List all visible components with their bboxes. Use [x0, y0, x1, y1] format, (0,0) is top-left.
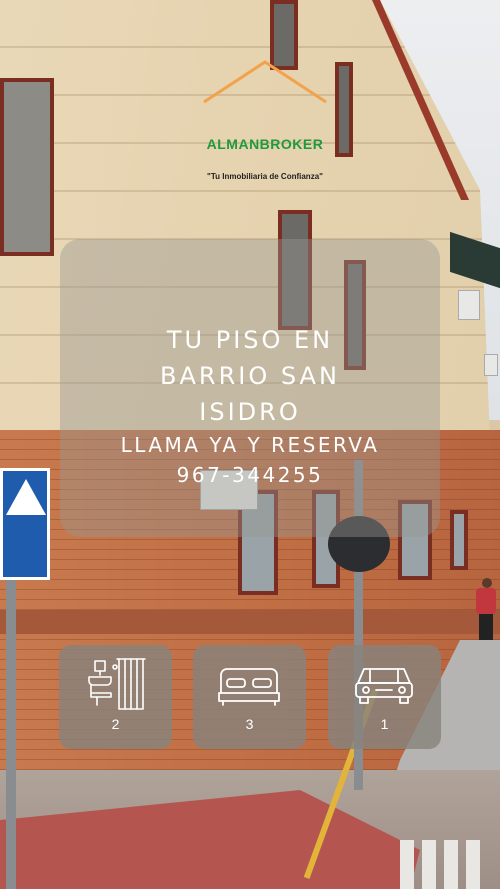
bathroom-icon — [88, 658, 146, 710]
listing-flyer: ALMANBROKER "Tu Inmobiliaria de Confianz… — [0, 0, 500, 889]
air-conditioner — [458, 290, 480, 320]
headline-line: TU PISO EN — [166, 326, 334, 354]
window — [0, 78, 54, 256]
brand-slogan: "Tu Inmobiliaria de Confianza" — [207, 172, 323, 181]
bed-icon — [218, 668, 280, 706]
building-plinth — [0, 610, 500, 634]
pedestrian-icon — [6, 479, 46, 515]
feature-parking: 1 — [328, 645, 441, 749]
phone-number: 967-344255 — [176, 463, 324, 487]
brand-name: ALMANBROKER — [206, 136, 324, 152]
bathroom-count: 2 — [111, 716, 120, 732]
pedestrian-crossing-sign — [0, 468, 50, 580]
window — [450, 510, 468, 570]
air-conditioner — [484, 354, 498, 376]
bedroom-count: 3 — [245, 716, 254, 732]
feature-bathrooms: 2 — [59, 645, 172, 749]
cta-text: LLAMA YA Y RESERVA — [120, 433, 380, 457]
sign-pole — [6, 560, 16, 889]
headline-line: BARRIO SAN — [160, 362, 340, 390]
headline-line: ISIDRO — [199, 398, 301, 426]
zebra-crossing — [400, 840, 480, 889]
car-icon — [355, 668, 413, 704]
feature-bedrooms: 3 — [193, 645, 306, 749]
parking-count: 1 — [380, 716, 389, 732]
listing-headline: TU PISO EN BARRIO SAN ISIDRO — [60, 322, 440, 430]
pedestrian — [476, 578, 498, 642]
call-to-action: LLAMA YA Y RESERVA 967-344255 — [60, 430, 440, 490]
roof-logo-icon — [203, 60, 327, 104]
